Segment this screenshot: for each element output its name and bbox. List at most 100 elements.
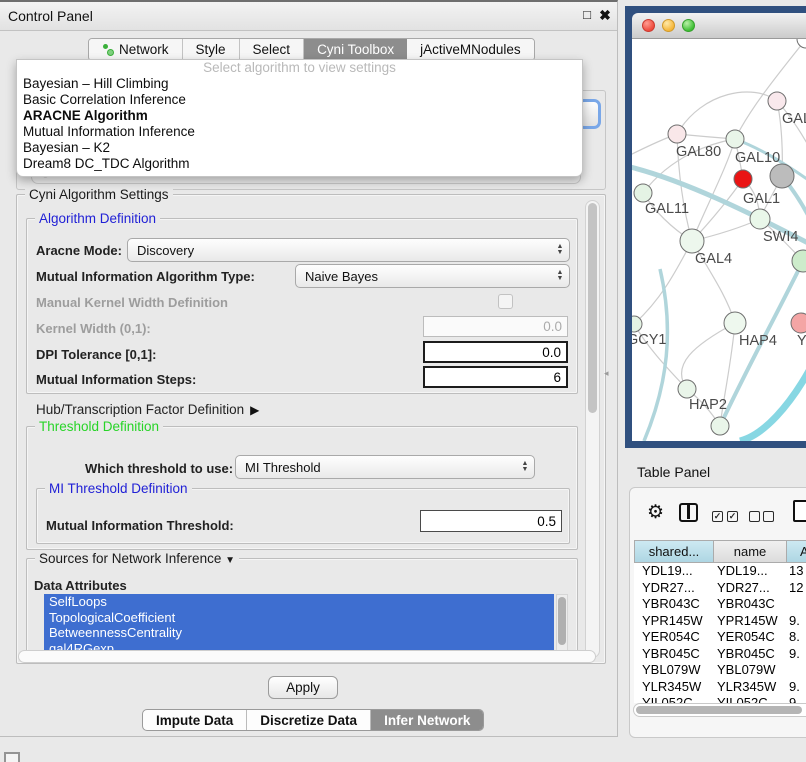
unchecked-checkbox-icon[interactable] <box>749 511 760 522</box>
hub-definition-toggle[interactable]: Hub/Transcription Factor Definition▶ <box>36 402 259 417</box>
node-hap2[interactable] <box>678 380 696 398</box>
table-cell: YIL052C <box>634 695 714 703</box>
table-cell: 12 <box>787 580 806 597</box>
mi-algorithm-type-label: Mutual Information Algorithm Type: <box>36 269 255 284</box>
mi-steps-field[interactable]: 6 <box>423 366 568 388</box>
node-gal[interactable] <box>768 92 786 110</box>
node-label: SWI4 <box>763 229 798 245</box>
minimized-panel-icon[interactable] <box>4 752 20 762</box>
checked-checkbox-icon[interactable]: ✓ <box>727 511 738 522</box>
node-gal11[interactable] <box>634 184 652 202</box>
manual-kernel-width-checkbox <box>498 294 513 309</box>
zoom-traffic-light-icon[interactable] <box>682 19 695 32</box>
algorithm-option-mutual-information-inference[interactable]: Mutual Information Inference <box>17 124 582 140</box>
checked-checkbox-icon[interactable]: ✓ <box>712 511 723 522</box>
document-icon[interactable] <box>793 500 806 522</box>
node-label: GAL4 <box>695 251 732 267</box>
table-row[interactable]: YPR145WYPR145W9. <box>634 613 806 630</box>
network-edge[interactable] <box>740 369 806 441</box>
table-row[interactable]: YBL079WYBL079W <box>634 662 806 679</box>
table-row[interactable]: YBR045CYBR045C9. <box>634 646 806 663</box>
aracne-mode-combobox[interactable]: Discovery ▲▼ <box>127 238 570 262</box>
table-row[interactable]: YLR345WYLR345W9. <box>634 679 806 696</box>
table-row[interactable]: YDR27...YDR27...12 <box>634 580 806 597</box>
tab-network[interactable]: Network <box>89 39 183 60</box>
which-threshold-label: Which threshold to use: <box>85 461 233 476</box>
settings-horizontal-scrollbar[interactable] <box>18 650 596 663</box>
bottom-tab-discretize-data[interactable]: Discretize Data <box>247 710 371 730</box>
table-cell: YIL052C <box>714 695 787 703</box>
data-attribute-item[interactable]: BetweennessCentrality <box>44 625 554 641</box>
close-window-icon[interactable]: ✖ <box>597 7 613 23</box>
attributes-list-scrollbar[interactable] <box>556 594 568 656</box>
dpi-tolerance-field[interactable]: 0.0 <box>423 341 568 363</box>
dpi-tolerance-label: DPI Tolerance [0,1]: <box>36 347 156 362</box>
columns-icon[interactable] <box>679 503 698 522</box>
data-attribute-item[interactable]: TopologicalCoefficient <box>44 610 554 626</box>
node-label: GAL11 <box>645 201 689 217</box>
table-row[interactable]: YER054CYER054C8. <box>634 629 806 646</box>
which-threshold-combobox[interactable]: MI Threshold ▲▼ <box>235 455 535 479</box>
gear-icon[interactable]: ⚙ <box>647 501 664 524</box>
panel-splitter-arrow[interactable]: ◂ <box>604 368 609 379</box>
combo-stepper-icon: ▲▼ <box>551 244 569 256</box>
node-hap4[interactable] <box>724 312 746 334</box>
table-row[interactable]: YIL052CYIL052C9. <box>634 695 806 703</box>
column-header-shared-[interactable]: shared... <box>634 540 714 563</box>
data-attribute-item[interactable]: SelfLoops <box>44 594 554 610</box>
node-gal4[interactable] <box>680 229 704 253</box>
node-gal10[interactable] <box>726 130 744 148</box>
node-label: GAL1 <box>743 191 780 207</box>
table-row[interactable]: YBR043CYBR043C <box>634 596 806 613</box>
algorithm-option-bayesian-k2[interactable]: Bayesian – K2 <box>17 140 582 156</box>
table-horizontal-scrollbar[interactable] <box>633 703 806 717</box>
float-window-icon[interactable]: □ <box>579 7 595 23</box>
column-header-name[interactable]: name <box>714 540 787 563</box>
table-cell: YDL19... <box>634 563 714 580</box>
node-unlabeled[interactable] <box>770 164 794 188</box>
table-cell: YBR045C <box>714 646 787 663</box>
threshold-definition-legend: Threshold Definition <box>35 419 163 434</box>
mi-threshold-field[interactable]: 0.5 <box>420 510 562 532</box>
unchecked-checkbox-icon[interactable] <box>763 511 774 522</box>
node-swi4[interactable] <box>792 250 806 272</box>
bottom-tab-impute-data[interactable]: Impute Data <box>143 710 247 730</box>
tab-select[interactable]: Select <box>240 39 305 60</box>
sources-legend[interactable]: Sources for Network Inference ▼ <box>35 551 239 566</box>
table-cell: YBR043C <box>714 596 787 613</box>
settings-vertical-scrollbar[interactable] <box>585 200 600 658</box>
algorithm-option-aracne-algorithm[interactable]: ARACNE Algorithm <box>17 108 582 124</box>
table-cell: YBR043C <box>634 596 714 613</box>
apply-button[interactable]: Apply <box>268 676 338 699</box>
network-edge[interactable] <box>677 92 777 134</box>
node-gal1[interactable] <box>750 209 770 229</box>
table-cell: 9. <box>787 695 806 703</box>
algorithm-option-bayesian-hill-climbing[interactable]: Bayesian – Hill Climbing <box>17 76 582 92</box>
close-traffic-light-icon[interactable] <box>642 19 655 32</box>
mi-algorithm-type-combobox[interactable]: Naive Bayes ▲▼ <box>295 264 570 288</box>
node-gal80[interactable] <box>668 125 686 143</box>
node-unlabeled[interactable] <box>711 417 729 435</box>
network-view-titlebar[interactable] <box>632 13 806 39</box>
bottom-tabstrip: Impute DataDiscretize DataInfer Network <box>142 709 484 731</box>
tab-style[interactable]: Style <box>183 39 240 60</box>
table-cell: YBL079W <box>634 662 714 679</box>
algorithm-dropdown-header: Select algorithm to view settings <box>17 60 582 76</box>
table-cell: YLR345W <box>634 679 714 696</box>
table-cell <box>787 662 806 679</box>
network-canvas[interactable]: GALGAL80GAL10GAL11GAL1GAL4SWI4GCY1HAP4YH… <box>632 39 806 441</box>
column-header-a[interactable]: A <box>787 540 806 563</box>
minimize-traffic-light-icon[interactable] <box>662 19 675 32</box>
table-cell: 9. <box>787 679 806 696</box>
expand-right-icon: ▶ <box>250 403 259 417</box>
tab-cyni-toolbox[interactable]: Cyni Toolbox <box>304 39 407 60</box>
node-unlabeled[interactable] <box>734 170 752 188</box>
tab-jactivemnodules[interactable]: jActiveMNodules <box>407 39 534 60</box>
node-y[interactable] <box>791 313 806 333</box>
node-unlabeled[interactable] <box>797 39 806 48</box>
algorithm-option-basic-correlation-inference[interactable]: Basic Correlation Inference <box>17 92 582 108</box>
node-label: GAL80 <box>676 144 721 160</box>
bottom-tab-infer-network[interactable]: Infer Network <box>371 710 483 730</box>
table-row[interactable]: YDL19...YDL19...13 <box>634 563 806 580</box>
algorithm-option-dream8-dc-tdc-algorithm[interactable]: Dream8 DC_TDC Algorithm <box>17 156 582 172</box>
